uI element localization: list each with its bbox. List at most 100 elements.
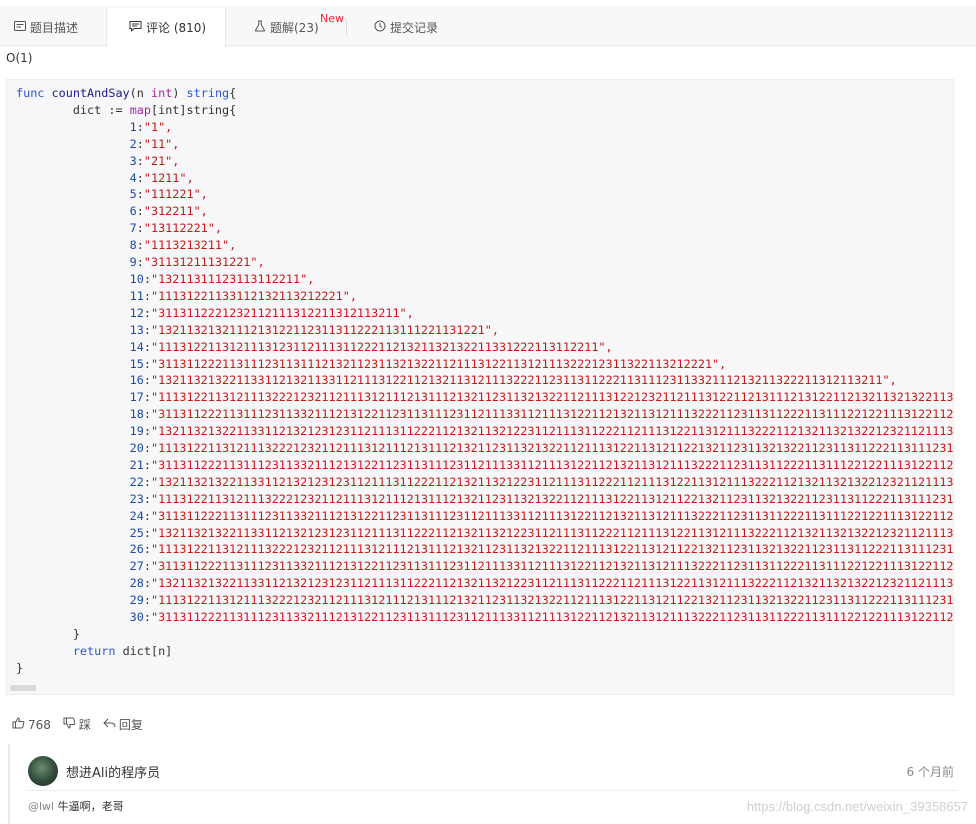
- map-value: "311311222113111231133211121312211231131…: [150, 559, 954, 574]
- horizontal-scrollbar[interactable]: [10, 685, 36, 691]
- reply-label: 回复: [118, 718, 143, 732]
- map-value: "1211",: [143, 170, 194, 185]
- tab-divider: [346, 19, 347, 35]
- map-key: 21: [129, 457, 144, 472]
- map-key: 28: [129, 576, 144, 591]
- map-key: 24: [129, 508, 144, 523]
- map-key: 14: [129, 339, 144, 354]
- like-count: 768: [28, 717, 51, 732]
- tab-submissions[interactable]: 提交记录: [374, 8, 438, 46]
- dislike-button[interactable]: 踩: [63, 716, 91, 733]
- code-expr: dict[n]: [122, 643, 173, 658]
- reply-button[interactable]: 回复: [103, 716, 143, 733]
- code-brace: {: [229, 102, 237, 117]
- map-key: 25: [129, 525, 144, 540]
- tab-comments[interactable]: 评论 (810): [106, 8, 226, 47]
- map-value: "1",: [143, 119, 173, 134]
- map-key: 19: [129, 424, 144, 439]
- code-type: string: [186, 86, 230, 100]
- map-key: 26: [129, 542, 144, 557]
- map-key: 27: [129, 559, 144, 574]
- map-key: 10: [129, 271, 144, 286]
- code-param: n: [136, 86, 144, 100]
- map-value: "111312211312111312311211131122211213211…: [150, 339, 613, 354]
- new-badge: New: [320, 12, 344, 25]
- code-type: map: [129, 102, 151, 117]
- code-operator: :=: [108, 102, 123, 117]
- tab-bar: 题目描述 评论 (810) 题解(23) New 提交记录: [0, 8, 976, 47]
- map-key: 9: [129, 255, 137, 270]
- map-key: 7: [129, 221, 137, 236]
- watermark: https://blog.csdn.net/weixin_39358657: [746, 799, 968, 814]
- tab-solutions[interactable]: 题解(23) New: [254, 8, 344, 46]
- code-paren: (: [129, 86, 137, 100]
- tab-description[interactable]: 题目描述: [14, 8, 78, 46]
- complexity-text: O(1): [6, 51, 33, 65]
- avatar[interactable]: [28, 756, 58, 786]
- map-value: "311311222113111231133211121312211231131…: [150, 457, 954, 472]
- map-value: "132113213221133112132123123112111311222…: [150, 525, 954, 540]
- code-brace: }: [16, 660, 24, 675]
- map-key: 30: [129, 610, 144, 625]
- code-type: [int]: [151, 102, 187, 117]
- map-key: 4: [129, 170, 137, 185]
- map-key: 22: [129, 474, 144, 489]
- map-value: "3113112221232112111312211312113211",: [150, 305, 414, 320]
- map-entries: 1:"1", 2:"11", 3:"21", 4:"1211", 5:"1112…: [16, 119, 954, 625]
- code-func-name: countAndSay: [51, 86, 130, 100]
- map-key: 18: [129, 407, 144, 422]
- map-key: 15: [129, 356, 144, 371]
- reply-item: 想进Ali的程序员 6 个月前 @lwl 牛逼啊，老哥 https://blog…: [8, 744, 976, 824]
- flask-icon: [254, 20, 266, 35]
- map-key: 5: [129, 187, 137, 202]
- map-value: "132113213221133112132123123112111311222…: [150, 474, 954, 489]
- map-value: "11131221133112132113212221",: [150, 288, 357, 303]
- thumbs-down-icon: [63, 717, 76, 732]
- reply-icon: [103, 717, 116, 732]
- map-value: "11",: [143, 136, 180, 151]
- code-brace: {: [229, 86, 237, 100]
- map-value: "311311222113111231133211121312211231131…: [150, 610, 954, 625]
- code-brace: }: [72, 627, 80, 641]
- map-value: "111312211312111322212321121113121112131…: [150, 491, 954, 506]
- code-paren: ): [172, 86, 180, 100]
- map-key: 20: [129, 441, 144, 456]
- code-keyword: func: [16, 86, 45, 100]
- map-value: "132113213211121312211231131122211311122…: [150, 322, 499, 337]
- code-type: string: [186, 102, 230, 117]
- like-button[interactable]: 768: [12, 717, 51, 732]
- reply-time: 6 个月前: [906, 765, 954, 779]
- map-value: "311311222113111231131112132112311321322…: [150, 356, 727, 371]
- map-key: 6: [129, 204, 137, 219]
- map-key: 13: [129, 322, 144, 337]
- tab-label: 评论 (810): [146, 21, 207, 35]
- reply-body: 牛逼啊，老哥: [54, 800, 124, 813]
- reply-username[interactable]: 想进Ali的程序员: [66, 762, 160, 781]
- divider: [28, 790, 958, 791]
- map-value: "132113213221133112132123123112111311222…: [150, 576, 954, 591]
- map-value: "111221",: [143, 187, 208, 202]
- map-value: "21",: [143, 153, 180, 168]
- map-key: 16: [129, 373, 144, 388]
- reply-text: @lwl 牛逼啊，老哥: [28, 798, 124, 814]
- map-value: "13211311123113112211",: [150, 271, 315, 286]
- comment-icon: [129, 20, 142, 35]
- map-value: "111312211312111322212321121113121112131…: [150, 441, 954, 456]
- map-key: 8: [129, 238, 137, 253]
- map-key: 11: [129, 288, 144, 303]
- map-value: "1113213211",: [143, 238, 237, 253]
- map-key: 12: [129, 305, 144, 320]
- map-value: "311311222113111231133211121312211231131…: [150, 508, 954, 523]
- map-value: "132113213221133112132123123112111311222…: [150, 424, 954, 439]
- map-key: 29: [129, 593, 144, 608]
- map-value: "311311222113111231133211121312211231131…: [150, 407, 954, 422]
- map-value: "312211",: [143, 204, 208, 219]
- mention-link[interactable]: @lwl: [28, 800, 54, 813]
- map-value: "31131211131221",: [143, 255, 265, 270]
- tab-label: 提交记录: [390, 20, 439, 35]
- map-value: "111312211312111322212321121113121112131…: [150, 593, 954, 608]
- map-key: 3: [129, 153, 137, 168]
- code-block[interactable]: func countAndSay(n int) string{ dict := …: [6, 79, 954, 695]
- clock-icon: [374, 20, 386, 35]
- dislike-label: 踩: [78, 718, 91, 732]
